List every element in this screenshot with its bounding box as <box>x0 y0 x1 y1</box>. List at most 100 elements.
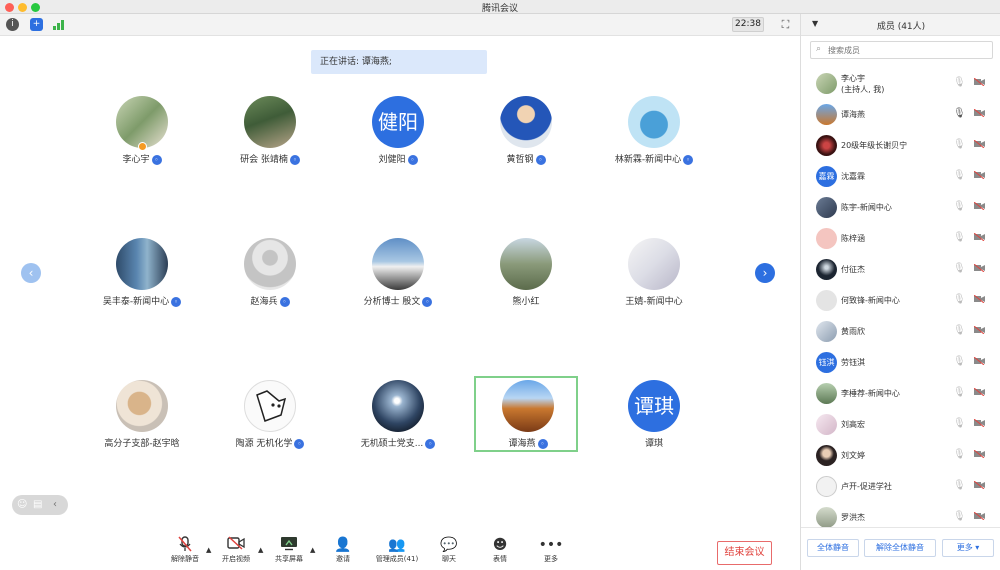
invite-button[interactable]: 👤 邀请 <box>318 536 368 564</box>
participant-tile[interactable]: 分析博士 殷文 ◦ <box>346 236 450 312</box>
camera-off-icon[interactable] <box>973 511 985 521</box>
avatar <box>816 73 837 94</box>
camera-off-icon[interactable] <box>973 232 985 242</box>
more-button[interactable]: ••• 更多 <box>526 536 576 564</box>
share-screen-button[interactable]: 共享屏幕 <box>264 536 314 564</box>
video-options-caret[interactable]: ▲ <box>258 546 263 554</box>
camera-off-icon[interactable] <box>973 325 985 335</box>
emoji-button[interactable]: ☻ 表情 <box>475 536 525 564</box>
camera-off-icon[interactable] <box>973 170 985 180</box>
member-row[interactable]: 刘文婷 🎙 <box>801 441 1000 472</box>
unmute-button[interactable]: 解除静音 <box>160 536 210 564</box>
member-row[interactable]: 李心宇 (主持人, 我) 🎙 <box>801 69 1000 100</box>
member-row[interactable]: 谭海燕 🎙 <box>801 100 1000 131</box>
muted-mic-icon[interactable]: 🎙 <box>953 356 966 367</box>
signal-icon[interactable] <box>52 18 65 31</box>
participant-tile[interactable]: 谭琪 谭琪 <box>602 378 706 454</box>
muted-mic-icon[interactable]: 🎙 <box>953 418 966 429</box>
member-row[interactable]: 嘉霖 沈嘉霖 🎙 <box>801 162 1000 193</box>
camera-off-icon[interactable] <box>973 356 985 366</box>
member-row[interactable]: 何致锋-新闻中心 🎙 <box>801 286 1000 317</box>
member-row[interactable]: 刘高宏 🎙 <box>801 410 1000 441</box>
muted-mic-icon[interactable]: 🎙 <box>953 387 966 398</box>
muted-mic-icon[interactable]: 🎙 <box>953 77 966 88</box>
mic-status-icon: ◦ <box>407 154 418 165</box>
mute-all-button[interactable]: 全体静音 <box>807 539 859 557</box>
info-icon[interactable]: i <box>6 18 19 31</box>
manage-members-button[interactable]: 👥 管理成员(41) <box>370 536 424 564</box>
member-search-input[interactable] <box>828 43 988 57</box>
participant-tile-active-speaker[interactable]: 谭海燕 ◦ <box>474 376 578 452</box>
muted-mic-icon[interactable]: 🎙 <box>953 170 966 181</box>
camera-off-icon[interactable] <box>973 449 985 459</box>
more-dots-icon: ••• <box>538 537 564 553</box>
member-name: 劳钰淇 <box>841 358 865 367</box>
avatar <box>372 238 424 290</box>
member-row[interactable]: 李棰荐-新闻中心 🎙 <box>801 379 1000 410</box>
muted-mic-icon[interactable]: 🎙 <box>953 201 966 212</box>
add-person-icon: 👤 <box>334 537 352 553</box>
panel-more-button[interactable]: 更多 ▾ <box>942 539 994 557</box>
participant-tile[interactable]: 无机硕士党支... ◦ <box>346 378 450 454</box>
member-row[interactable]: 20级年级长谢贝宁 🎙 <box>801 131 1000 162</box>
mic-status-icon: ◦ <box>425 438 436 449</box>
camera-off-icon[interactable] <box>973 387 985 397</box>
member-name: 沈嘉霖 <box>841 172 865 181</box>
muted-mic-icon[interactable]: 🎙 <box>953 325 966 336</box>
participant-tile[interactable]: 健阳 刘健阳 ◦ <box>346 94 450 170</box>
mic-icon[interactable]: 🎙 <box>953 108 966 119</box>
member-search[interactable]: ⌕ <box>810 41 993 59</box>
member-row[interactable]: 付征杰 🎙 <box>801 255 1000 286</box>
share-options-caret[interactable]: ▲ <box>310 546 315 554</box>
emoji-icon[interactable]: ☺ <box>17 498 27 512</box>
participant-tile[interactable]: 赵海兵 ◦ <box>218 236 322 312</box>
muted-mic-icon[interactable]: 🎙 <box>953 263 966 274</box>
muted-mic-icon <box>160 536 210 554</box>
member-row[interactable]: 陈梓涵 🎙 <box>801 224 1000 255</box>
participant-tile[interactable]: 熊小红 <box>474 236 578 312</box>
camera-off-icon[interactable] <box>973 201 985 211</box>
chat-bubble-icon[interactable]: ▤ <box>33 498 42 512</box>
muted-mic-icon[interactable]: 🎙 <box>953 294 966 305</box>
camera-off-icon[interactable] <box>973 108 985 118</box>
camera-off-icon[interactable] <box>973 77 985 87</box>
fullscreen-icon[interactable]: ⛶ <box>778 17 793 32</box>
participant-tile[interactable]: 林新霖-新闻中心 ◦ <box>602 94 706 170</box>
previous-page-button[interactable]: ‹ <box>21 263 41 283</box>
search-icon: ⌕ <box>816 44 822 54</box>
start-video-button[interactable]: 开启视频 <box>211 536 261 564</box>
collapse-icon[interactable]: ‹ <box>53 498 57 512</box>
next-page-button[interactable]: › <box>755 263 775 283</box>
muted-mic-icon[interactable]: 🎙 <box>953 232 966 243</box>
participant-tile[interactable]: 黄哲钢 ◦ <box>474 94 578 170</box>
participant-tile[interactable]: 王婧-新闻中心 <box>602 236 706 312</box>
camera-off-icon[interactable] <box>973 294 985 304</box>
avatar <box>816 507 837 527</box>
participant-tile[interactable]: 李心宇 ◦ <box>90 94 194 170</box>
mic-status-icon: ◦ <box>537 438 548 449</box>
member-row[interactable]: 卢开-促进学社 🎙 <box>801 472 1000 503</box>
participant-name: 李心宇 <box>122 155 150 165</box>
muted-mic-icon[interactable]: 🎙 <box>953 511 966 522</box>
member-row[interactable]: 罗洪杰 🎙 <box>801 503 1000 527</box>
camera-off-icon[interactable] <box>973 139 985 149</box>
member-row[interactable]: 钰淇 劳钰淇 🎙 <box>801 348 1000 379</box>
muted-mic-icon[interactable]: 🎙 <box>953 449 966 460</box>
unmute-all-button[interactable]: 解除全体静音 <box>864 539 936 557</box>
muted-mic-icon[interactable]: 🎙 <box>953 480 966 491</box>
participant-tile[interactable]: 陶源 无机化学 ◦ <box>218 378 322 454</box>
chat-button[interactable]: 💬 聊天 <box>424 536 474 564</box>
participant-tile[interactable]: 研会 张靖楠 ◦ <box>218 94 322 170</box>
muted-mic-icon[interactable]: 🎙 <box>953 139 966 150</box>
camera-off-icon[interactable] <box>973 480 985 490</box>
end-meeting-button[interactable]: 结束会议 <box>717 541 772 565</box>
member-row[interactable]: 黄雨欣 🎙 <box>801 317 1000 348</box>
camera-off-icon[interactable] <box>973 418 985 428</box>
camera-off-icon[interactable] <box>973 263 985 273</box>
shield-icon[interactable]: + <box>30 18 43 31</box>
participant-tile[interactable]: 高分子支部-赵宇晗 <box>90 378 194 454</box>
mic-status-icon: ◦ <box>294 438 305 449</box>
view-controls[interactable]: ☺ ▤ ‹ <box>12 495 68 515</box>
member-row[interactable]: 陈宇-新闻中心 🎙 <box>801 193 1000 224</box>
participant-tile[interactable]: 吴丰泰-新闻中心 ◦ <box>90 236 194 312</box>
